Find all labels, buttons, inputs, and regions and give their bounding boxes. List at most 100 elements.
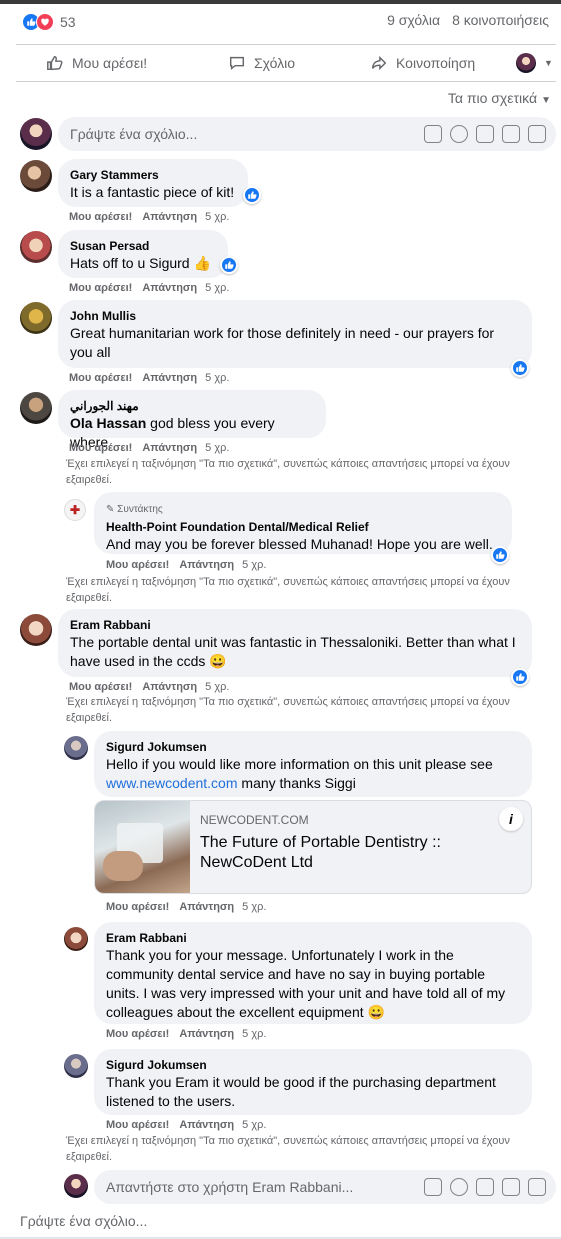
comments-count-link[interactable]: 9 σχόλια [387, 12, 440, 28]
shares-count-link[interactable]: 8 κοινοποιήσεις [452, 12, 549, 28]
like-badge-icon[interactable] [511, 359, 529, 377]
comment-like-link[interactable]: Μου αρέσει! [69, 442, 132, 454]
comment-timestamp[interactable]: 5 χρ. [205, 681, 229, 693]
commenter-name[interactable]: Eram Rabbani [106, 930, 520, 946]
reply-timestamp[interactable]: 5 χρ. [242, 559, 266, 571]
commenter-name[interactable]: Health-Point Foundation Dental/Medical R… [106, 519, 500, 535]
sticker-icon[interactable] [528, 1178, 546, 1196]
comment-like-link[interactable]: Μου αρέσει! [69, 372, 132, 384]
comment-like-link[interactable]: Μου αρέσει! [69, 681, 132, 693]
like-badge-icon[interactable] [511, 668, 529, 686]
avatar[interactable] [64, 1054, 88, 1078]
reply-reply-link[interactable]: Απάντηση [179, 901, 234, 913]
link-preview-domain: NEWCODENT.COM [200, 813, 309, 827]
profile-avatar [516, 53, 536, 73]
comment-timestamp[interactable]: 5 χρ. [205, 211, 229, 223]
reply-like-link[interactable]: Μου αρέσει! [106, 559, 169, 571]
comment-reply-link[interactable]: Απάντηση [142, 442, 197, 454]
avatar[interactable] [20, 302, 52, 334]
avatar[interactable] [64, 927, 88, 951]
share-button-label: Κοινοποίηση [396, 55, 476, 71]
comment-bubble: Susan Persad Hats off to u Sigurd 👍 [58, 230, 228, 278]
avatar[interactable] [20, 160, 52, 192]
like-badge-icon[interactable] [220, 256, 238, 274]
commenter-name[interactable]: مهند الجوراني [70, 398, 314, 414]
comment-like-link[interactable]: Μου αρέσει! [69, 211, 132, 223]
reply-reply-link[interactable]: Απάντηση [179, 559, 234, 571]
cross-logo-icon: ✚ [69, 503, 81, 517]
reply-timestamp[interactable]: 5 χρ. [242, 1119, 266, 1131]
comment-like-link[interactable]: Μου αρέσει! [69, 282, 132, 294]
comment-actions: Μου αρέσει! Απάντηση 5 χρ. [69, 681, 229, 693]
avatar[interactable] [20, 231, 52, 263]
comment-text: It is a fantastic piece of kit! [70, 184, 235, 200]
comment-timestamp[interactable]: 5 χρ. [205, 372, 229, 384]
info-icon[interactable]: i [499, 807, 523, 831]
comment-actions: Μου αρέσει! Απάντηση 5 χρ. [69, 372, 229, 384]
like-badge-icon[interactable] [243, 186, 261, 204]
comment-actions: Μου αρέσει! Απάντηση 5 χρ. [69, 282, 229, 294]
external-link[interactable]: www.newcodent.com [106, 775, 238, 791]
avatar-sticker-icon[interactable] [424, 1178, 442, 1196]
commenter-name[interactable]: John Mullis [70, 308, 520, 324]
gif-icon[interactable] [502, 125, 520, 143]
reply-input-placeholder: Απαντήστε στο χρήστη Eram Rabbani... [106, 1179, 354, 1195]
gif-icon[interactable] [502, 1178, 520, 1196]
avatar[interactable] [64, 736, 88, 760]
reply-actions: Μου αρέσει! Απάντηση 5 χρ. [106, 1119, 266, 1131]
reply-text: Hello if you would like more information… [106, 755, 520, 793]
reply-like-link[interactable]: Μου αρέσει! [106, 901, 169, 913]
reply-timestamp[interactable]: 5 χρ. [242, 901, 266, 913]
comment-text: The portable dental unit was fantastic i… [70, 634, 516, 669]
comment-text: Great humanitarian work for those defini… [70, 325, 495, 360]
reply-bubble: ✎ Συντάκτης Health-Point Foundation Dent… [94, 492, 512, 554]
like-button[interactable]: Μου αρέσει! [46, 54, 147, 72]
reply-reply-link[interactable]: Απάντηση [179, 1028, 234, 1040]
reply-actions: Μου αρέσει! Απάντηση 5 χρ. [106, 559, 266, 571]
reply-like-link[interactable]: Μου αρέσει! [106, 1028, 169, 1040]
reaction-summary[interactable]: 53 [22, 12, 76, 32]
my-avatar [20, 118, 52, 150]
emoji-icon[interactable] [450, 125, 468, 143]
react-as-selector[interactable]: ▼ [516, 53, 553, 73]
camera-icon[interactable] [476, 125, 494, 143]
reply-reply-link[interactable]: Απάντηση [179, 1119, 234, 1131]
commenter-name[interactable]: Eram Rabbani [70, 617, 520, 633]
comment-reply-link[interactable]: Απάντηση [142, 681, 197, 693]
avatar[interactable] [20, 392, 52, 424]
mention-link[interactable]: Ola Hassan [70, 415, 146, 431]
reply-bubble: Sigurd Jokumsen Hello if you would like … [94, 731, 532, 797]
comment-input-placeholder: Γράψτε ένα σχόλιο... [70, 126, 198, 142]
comment-timestamp[interactable]: 5 χρ. [205, 442, 229, 454]
comment-reply-link[interactable]: Απάντηση [142, 282, 197, 294]
commenter-name[interactable]: Sigurd Jokumsen [106, 1057, 520, 1073]
comment-bubble: John Mullis Great humanitarian work for … [58, 300, 532, 368]
link-preview-card[interactable]: NEWCODENT.COM The Future of Portable Den… [94, 800, 532, 894]
comment-reply-link[interactable]: Απάντηση [142, 372, 197, 384]
like-badge-icon[interactable] [491, 546, 509, 564]
commenter-name[interactable]: Sigurd Jokumsen [106, 739, 520, 755]
comment-timestamp[interactable]: 5 χρ. [205, 282, 229, 294]
reply-input[interactable]: Απαντήστε στο χρήστη Eram Rabbani... [94, 1170, 556, 1204]
emoji-icon[interactable] [450, 1178, 468, 1196]
comment-sort-dropdown[interactable]: Τα πιο σχετικά ▼ [448, 90, 551, 106]
write-comment-link[interactable]: Γράψτε ένα σχόλιο... [20, 1213, 147, 1229]
comment-input[interactable]: Γράψτε ένα σχόλιο... [58, 117, 556, 151]
page-avatar[interactable]: ✚ [64, 499, 86, 521]
avatar-sticker-icon[interactable] [424, 125, 442, 143]
commenter-name[interactable]: Susan Persad [70, 238, 216, 254]
reply-like-link[interactable]: Μου αρέσει! [106, 1119, 169, 1131]
author-badge: ✎ Συντάκτης [106, 500, 500, 519]
sticker-icon[interactable] [528, 125, 546, 143]
comment-bubble: Eram Rabbani The portable dental unit wa… [58, 609, 532, 677]
commenter-name[interactable]: Gary Stammers [70, 167, 236, 183]
avatar[interactable] [20, 614, 52, 646]
comment-reply-link[interactable]: Απάντηση [142, 211, 197, 223]
reply-actions: Μου αρέσει! Απάντηση 5 χρ. [106, 901, 266, 913]
share-button[interactable]: Κοινοποίηση [370, 54, 475, 72]
comment-actions: Μου αρέσει! Απάντηση 5 χρ. [69, 211, 229, 223]
comment-button[interactable]: Σχόλιο [228, 54, 295, 72]
camera-icon[interactable] [476, 1178, 494, 1196]
reply-timestamp[interactable]: 5 χρ. [242, 1028, 266, 1040]
sort-notice: Έχει επιλεγεί η ταξινόμηση "Τα πιο σχετι… [66, 458, 510, 486]
